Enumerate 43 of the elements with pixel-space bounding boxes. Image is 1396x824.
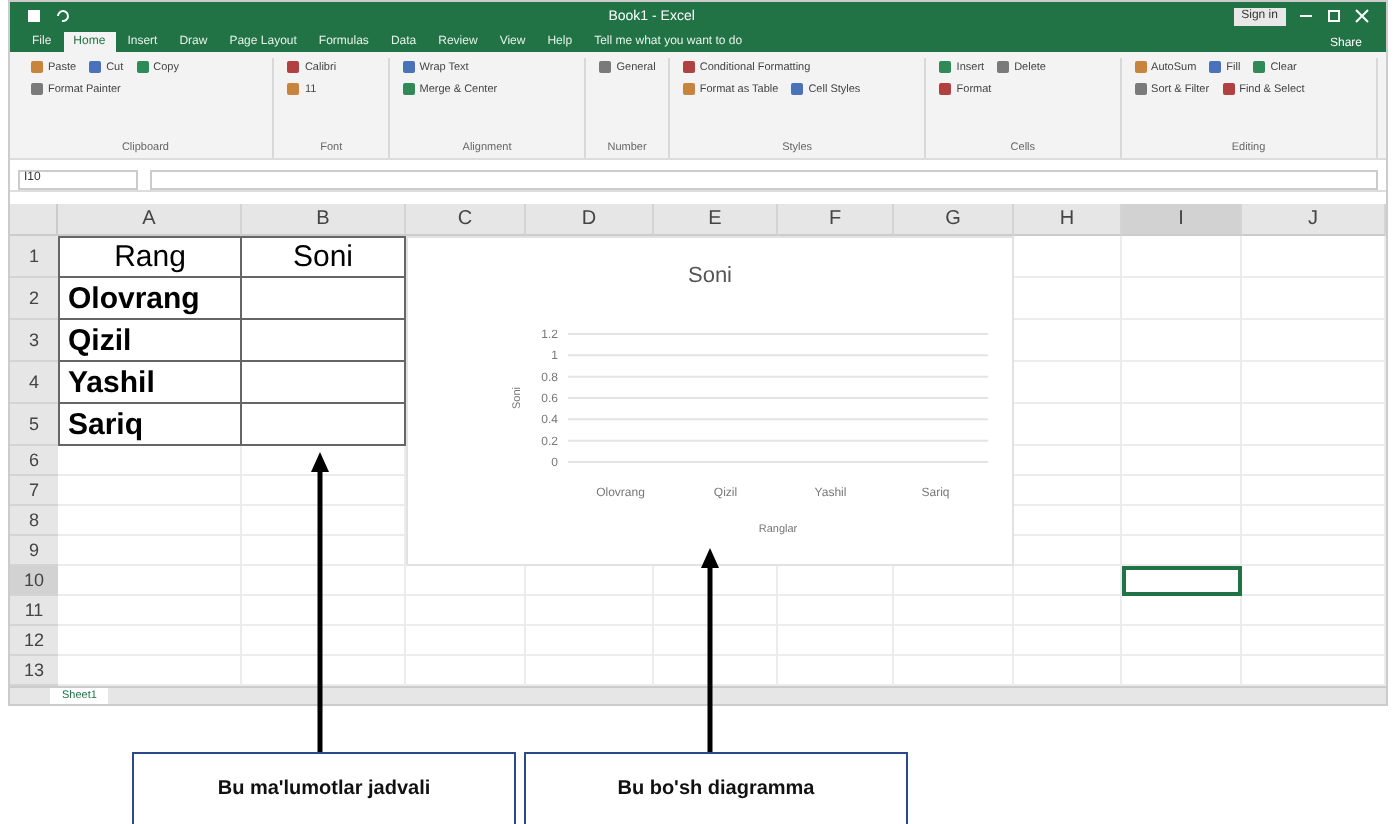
column-header[interactable]: F bbox=[778, 204, 894, 236]
column-header[interactable]: D bbox=[526, 204, 654, 236]
table-cell[interactable]: Sariq bbox=[58, 404, 242, 446]
maximize-icon[interactable] bbox=[1325, 8, 1342, 24]
close-icon[interactable] bbox=[1353, 8, 1370, 24]
row-header[interactable]: 4 bbox=[10, 362, 58, 404]
select-all-corner[interactable] bbox=[10, 204, 58, 236]
table-cell[interactable]: Olovrang bbox=[58, 278, 242, 320]
toolbar-icon bbox=[790, 82, 805, 96]
row-header[interactable]: 5 bbox=[10, 404, 58, 446]
formula-field[interactable] bbox=[150, 169, 1378, 189]
column-header[interactable]: C bbox=[406, 204, 526, 236]
table-cell[interactable]: Yashil bbox=[58, 362, 242, 404]
toolbar-icon bbox=[598, 60, 613, 74]
column-header[interactable]: G bbox=[894, 204, 1014, 236]
column-header[interactable]: B bbox=[242, 204, 406, 236]
row-header[interactable]: 2 bbox=[10, 278, 58, 320]
row-header[interactable]: 7 bbox=[10, 476, 58, 506]
row-header[interactable]: 10 bbox=[10, 566, 58, 596]
row-header[interactable]: 3 bbox=[10, 320, 58, 362]
row-header[interactable]: 1 bbox=[10, 236, 58, 278]
undo-icon[interactable] bbox=[54, 8, 70, 24]
row-header[interactable]: 11 bbox=[10, 596, 58, 626]
callout-label: Bu ma'lumotlar jadvali bbox=[132, 752, 516, 824]
column-header[interactable]: A bbox=[58, 204, 242, 236]
toolbar-icon bbox=[88, 60, 103, 74]
column-header[interactable]: E bbox=[654, 204, 778, 236]
column-header[interactable]: H bbox=[1014, 204, 1122, 236]
selected-cell[interactable] bbox=[1122, 566, 1242, 596]
callout-label: Bu bo'sh diagramma bbox=[524, 752, 908, 824]
column-header[interactable]: J bbox=[1242, 204, 1386, 236]
row-header[interactable]: 13 bbox=[10, 656, 58, 686]
row-header[interactable]: 12 bbox=[10, 626, 58, 656]
row-header[interactable]: 8 bbox=[10, 506, 58, 536]
toolbar-icon bbox=[996, 60, 1011, 74]
row-header[interactable]: 6 bbox=[10, 446, 58, 476]
toolbar-icon bbox=[135, 60, 150, 74]
table-cell[interactable]: Rang bbox=[58, 236, 242, 278]
table-cell[interactable]: Qizil bbox=[58, 320, 242, 362]
column-header[interactable]: I bbox=[1122, 204, 1242, 236]
chart-title: Soni bbox=[687, 264, 733, 288]
toolbar-icon bbox=[1252, 60, 1267, 74]
row-header[interactable]: 9 bbox=[10, 536, 58, 566]
